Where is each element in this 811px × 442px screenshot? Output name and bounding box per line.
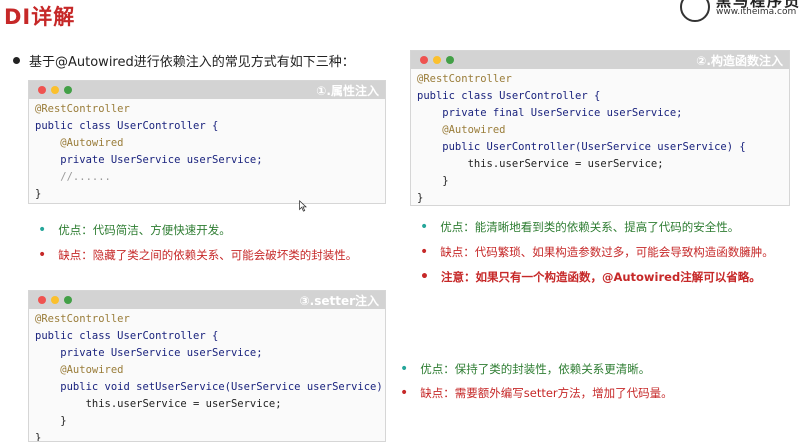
mouse-cursor-icon [299, 200, 307, 212]
window-maximize-icon [64, 296, 72, 304]
code-line: //...... [35, 171, 111, 183]
code-line: @Autowired [35, 137, 124, 149]
con-point-constructor: • 缺点：代码繁琐、如果构造参数过多，可能会导致构造函数臃肿。 [420, 244, 774, 260]
window-minimize-icon [51, 296, 59, 304]
code-line: private UserService userService; [35, 347, 263, 359]
window-close-icon [420, 56, 428, 64]
code-line: private UserService userService; [35, 154, 263, 166]
code-line: @RestController [35, 313, 130, 325]
code-block: @RestController public class UserControll… [29, 309, 386, 442]
code-line: this.userService = userService; [35, 398, 282, 410]
code-line: public class UserController { [417, 90, 601, 102]
window-close-icon [38, 86, 46, 94]
code-box-label: ②.构造函数注入 [696, 54, 783, 68]
code-window-titlebar: ①.属性注入 [29, 81, 385, 99]
code-box-field-injection: ①.属性注入 @RestController public class UserC… [28, 80, 386, 204]
code-line: public class UserController { [35, 120, 219, 132]
code-box-constructor-injection: ②.构造函数注入 @RestController public class Use… [410, 50, 790, 206]
code-line: private final UserService userService; [417, 107, 683, 119]
window-maximize-icon [64, 86, 72, 94]
con-point-field: • 缺点：隐藏了类之间的依赖关系、可能会破坏类的封装性。 [38, 247, 358, 263]
bullet-dot-icon [13, 57, 20, 64]
window-minimize-icon [51, 86, 59, 94]
bullet-dot-icon: • [400, 385, 409, 401]
logo-url: www.itheima.com [716, 7, 797, 17]
code-box-label: ③.setter注入 [299, 294, 379, 308]
code-line: this.userService = userService; [417, 158, 664, 170]
code-window-titlebar: ③.setter注入 [29, 291, 385, 309]
code-line: } [417, 175, 449, 187]
window-maximize-icon [446, 56, 454, 64]
window-minimize-icon [433, 56, 441, 64]
code-line: } [35, 432, 42, 442]
bullet-dot-icon: • [38, 222, 47, 238]
code-window-titlebar: ②.构造函数注入 [411, 51, 789, 69]
intro-text: 基于@Autowired进行依赖注入的常见方式有如下三种： [13, 51, 355, 70]
code-box-setter-injection: ③.setter注入 @RestController public class U… [28, 290, 386, 442]
code-line: @Autowired [35, 364, 124, 376]
window-close-icon [38, 296, 46, 304]
code-line: @Autowired [417, 124, 506, 136]
slide-title: DI详解 [4, 5, 76, 29]
code-line: } [35, 188, 42, 200]
pro-point-field: • 优点：代码简洁、方便快速开发。 [38, 222, 231, 238]
bullet-dot-icon: • [420, 244, 429, 260]
code-block: @RestController public class UserControll… [411, 69, 789, 205]
code-line: } [417, 192, 424, 204]
code-box-label: ①.属性注入 [316, 84, 379, 98]
pro-point-setter: • 优点：保持了类的封装性，依赖关系更清晰。 [400, 361, 651, 377]
code-line: public void setUserService(UserService u… [35, 381, 386, 393]
code-line: public UserController(UserService userSe… [417, 141, 746, 153]
bullet-dot-icon: • [420, 219, 429, 235]
code-line: } [35, 415, 67, 427]
con-point-setter: • 缺点：需要额外编写setter方法，增加了代码量。 [400, 385, 673, 401]
bullet-dot-icon: • [38, 247, 47, 263]
logo-emblem-icon [680, 0, 710, 22]
code-line: @RestController [417, 73, 512, 85]
code-block: @RestController public class UserControll… [29, 99, 385, 203]
bullet-dot-icon: • [400, 361, 409, 377]
code-line: public class UserController { [35, 330, 219, 342]
brand-logo: 黑马程序员 www.itheima.com [672, 0, 811, 22]
code-line: @RestController [35, 103, 130, 115]
note-point-constructor: • 注意：如果只有一个构造函数，@Autowired注解可以省略。 [420, 269, 761, 285]
pro-point-constructor: • 优点：能清晰地看到类的依赖关系、提高了代码的安全性。 [420, 219, 740, 235]
bullet-dot-icon: • [420, 269, 429, 285]
